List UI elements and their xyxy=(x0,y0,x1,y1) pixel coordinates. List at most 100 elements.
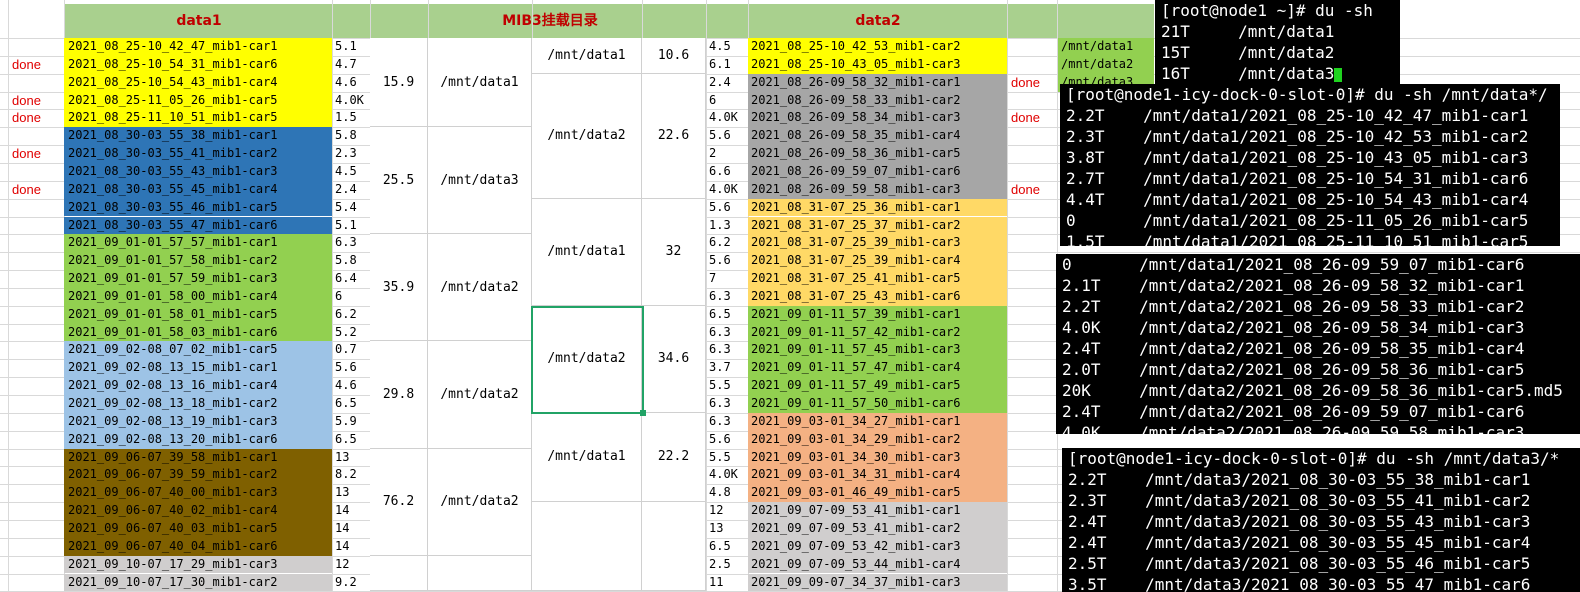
right-file-name[interactable]: 2021_09_07-09_53_41_mib1-car1 xyxy=(748,502,1007,520)
left-file-name[interactable]: 2021_09_06-07_39_58_mib1-car1 xyxy=(64,448,332,467)
left-file-name[interactable]: 2021_09_02-08_13_18_mib1-car2 xyxy=(64,395,332,413)
right-file-size[interactable]: 4.5 xyxy=(707,38,748,56)
left-group-mount[interactable] xyxy=(428,555,532,592)
right-group-total[interactable]: 22.6 xyxy=(642,73,706,199)
right-file-size[interactable]: 5.5 xyxy=(707,377,748,395)
left-file-size[interactable]: 14 xyxy=(333,520,370,538)
left-file-name[interactable]: 2021_09_06-07_40_00_mib1-car3 xyxy=(64,484,332,503)
right-group-mount[interactable]: /mnt/data1 xyxy=(532,198,642,306)
right-file-name[interactable]: 2021_09_07-09_53_42_mib1-car3 xyxy=(748,537,1007,556)
right-file-size[interactable]: 4.0K xyxy=(707,466,748,484)
right-file-size[interactable]: 5.6 xyxy=(707,199,748,217)
right-file-name[interactable]: 2021_08_26-09_58_35_mib1-car4 xyxy=(748,127,1007,146)
right-file-name[interactable]: 2021_08_31-07_25_43_mib1-car6 xyxy=(748,287,1007,306)
right-file-name[interactable]: 2021_09_01-11_57_39_mib1-car1 xyxy=(748,305,1007,324)
left-file-size[interactable]: 6.2 xyxy=(333,306,370,324)
right-file-size[interactable]: 4.0K xyxy=(707,181,748,199)
right-file-name[interactable]: 2021_09_03-01_34_30_mib1-car3 xyxy=(748,448,1007,467)
left-file-name[interactable]: 2021_08_30-03_55_45_mib1-car4 xyxy=(64,180,332,199)
left-file-name[interactable]: 2021_09_06-07_40_03_mib1-car5 xyxy=(64,519,332,538)
left-group-mount[interactable]: /mnt/data2 xyxy=(428,341,532,449)
left-file-size[interactable]: 13 xyxy=(333,484,370,502)
left-file-size[interactable]: 0.7 xyxy=(333,341,370,359)
left-file-size[interactable]: 2.3 xyxy=(333,145,370,163)
left-group-total[interactable]: 29.8 xyxy=(370,341,428,449)
right-file-size[interactable]: 2.5 xyxy=(707,556,748,574)
left-file-size[interactable]: 4.5 xyxy=(333,163,370,181)
left-file-name[interactable]: 2021_09_02-08_13_15_mib1-car1 xyxy=(64,359,332,378)
left-file-size[interactable]: 4.0K xyxy=(333,92,370,110)
right-file-name[interactable]: 2021_08_26-09_58_33_mib1-car2 xyxy=(748,91,1007,110)
right-file-name[interactable]: 2021_08_31-07_25_39_mib1-car3 xyxy=(748,234,1007,253)
left-file-name[interactable]: 2021_09_01-01_57_57_mib1-car1 xyxy=(64,234,332,253)
left-group-mount[interactable]: /mnt/data2 xyxy=(428,448,532,556)
left-file-size[interactable]: 5.1 xyxy=(333,217,370,235)
left-group-mount[interactable]: /mnt/data2 xyxy=(428,234,532,342)
right-file-size[interactable]: 6.3 xyxy=(707,324,748,342)
right-group-mount[interactable] xyxy=(532,502,642,592)
left-file-size[interactable]: 6.5 xyxy=(333,395,370,413)
right-file-name[interactable]: 2021_09_01-11_57_50_mib1-car6 xyxy=(748,395,1007,413)
terminal-du-summary[interactable]: [root@node1 ~]# du -sh 21T /mnt/data1 15T … xyxy=(1155,0,1400,84)
left-file-name[interactable]: 2021_08_30-03_55_47_mib1-car6 xyxy=(64,216,332,235)
right-file-size[interactable]: 6.2 xyxy=(707,234,748,252)
left-file-name[interactable]: 2021_09_06-07_40_04_mib1-car6 xyxy=(64,537,332,556)
left-file-size[interactable]: 1.5 xyxy=(333,109,370,127)
left-group-total[interactable]: 15.9 xyxy=(370,38,428,128)
left-group-total[interactable]: 25.5 xyxy=(370,127,428,235)
left-file-name[interactable]: 2021_08_25-10_54_43_mib1-car4 xyxy=(64,73,332,92)
terminal-data2-listing[interactable]: 0 /mnt/data1/2021_08_26-09_59_07_mib1-ca… xyxy=(1056,254,1580,434)
right-file-name[interactable]: 2021_08_31-07_25_37_mib1-car2 xyxy=(748,216,1007,235)
left-file-size[interactable]: 14 xyxy=(333,502,370,520)
right-file-size[interactable]: 2.4 xyxy=(707,74,748,92)
left-file-name[interactable]: 2021_08_30-03_55_46_mib1-car5 xyxy=(64,198,332,217)
right-file-size[interactable]: 5.6 xyxy=(707,431,748,449)
left-file-size[interactable]: 5.6 xyxy=(333,359,370,377)
left-file-name[interactable]: 2021_09_01-01_58_00_mib1-car4 xyxy=(64,287,332,306)
right-file-name[interactable]: 2021_08_26-09_59_58_mib1-car3 xyxy=(748,180,1007,199)
right-file-size[interactable]: 6.3 xyxy=(707,288,748,306)
left-file-name[interactable]: 2021_08_25-10_42_47_mib1-car1 xyxy=(64,38,332,56)
left-file-size[interactable]: 5.8 xyxy=(333,127,370,145)
left-file-name[interactable]: 2021_09_02-08_13_20_mib1-car6 xyxy=(64,430,332,449)
right-file-name[interactable]: 2021_08_25-10_43_05_mib1-car3 xyxy=(748,55,1007,74)
left-file-size[interactable]: 6.4 xyxy=(333,270,370,288)
left-file-name[interactable]: 2021_09_06-07_39_59_mib1-car2 xyxy=(64,466,332,485)
right-file-size[interactable]: 6.5 xyxy=(707,538,748,556)
left-file-name[interactable]: 2021_08_25-10_54_31_mib1-car6 xyxy=(64,55,332,74)
right-file-name[interactable]: 2021_08_26-09_59_07_mib1-car6 xyxy=(748,162,1007,181)
left-group-total[interactable]: 35.9 xyxy=(370,234,428,342)
left-file-size[interactable]: 8.2 xyxy=(333,466,370,484)
left-file-name[interactable]: 2021_08_30-03_55_41_mib1-car2 xyxy=(64,145,332,163)
right-file-size[interactable]: 5.5 xyxy=(707,449,748,467)
left-file-name[interactable]: 2021_09_02-08_13_16_mib1-car4 xyxy=(64,377,332,395)
right-file-size[interactable]: 5.6 xyxy=(707,127,748,145)
left-group-total[interactable] xyxy=(370,555,428,592)
left-group-mount[interactable]: /mnt/data3 xyxy=(428,127,532,235)
left-file-size[interactable]: 6 xyxy=(333,288,370,306)
right-file-name[interactable]: 2021_09_03-01_34_31_mib1-car4 xyxy=(748,466,1007,485)
left-file-size[interactable]: 6.5 xyxy=(333,431,370,449)
right-file-size[interactable]: 6.1 xyxy=(707,56,748,74)
right-file-size[interactable]: 13 xyxy=(707,520,748,538)
right-file-size[interactable]: 11 xyxy=(707,574,748,592)
right-group-total[interactable]: 22.2 xyxy=(642,412,706,503)
selected-cell[interactable] xyxy=(531,305,646,416)
right-file-name[interactable]: 2021_08_31-07_25_39_mib1-car4 xyxy=(748,252,1007,271)
fill-handle[interactable] xyxy=(640,409,646,416)
right-file-name[interactable]: 2021_09_07-09_53_44_mib1-car4 xyxy=(748,555,1007,574)
left-file-size[interactable]: 5.2 xyxy=(333,324,370,342)
left-file-size[interactable]: 4.6 xyxy=(333,377,370,395)
left-file-name[interactable]: 2021_09_01-01_58_03_mib1-car6 xyxy=(64,323,332,342)
right-file-name[interactable]: 2021_09_01-11_57_49_mib1-car5 xyxy=(748,377,1007,395)
right-file-name[interactable]: 2021_08_26-09_58_36_mib1-car5 xyxy=(748,145,1007,163)
left-file-size[interactable]: 2.4 xyxy=(333,181,370,199)
right-file-size[interactable]: 6.3 xyxy=(707,395,748,413)
left-file-name[interactable]: 2021_09_02-08_07_02_mib1-car5 xyxy=(64,341,332,360)
left-file-name[interactable]: 2021_09_10-07_17_29_mib1-car3 xyxy=(64,555,332,574)
terminal-data1-listing[interactable]: [root@node1-icy-dock-0-slot-0]# du -sh /… xyxy=(1060,84,1560,246)
left-file-size[interactable]: 14 xyxy=(333,538,370,556)
left-file-name[interactable]: 2021_08_25-11_10_51_mib1-car5 xyxy=(64,109,332,128)
left-file-size[interactable]: 12 xyxy=(333,556,370,574)
right-file-name[interactable]: 2021_08_31-07_25_36_mib1-car1 xyxy=(748,198,1007,217)
